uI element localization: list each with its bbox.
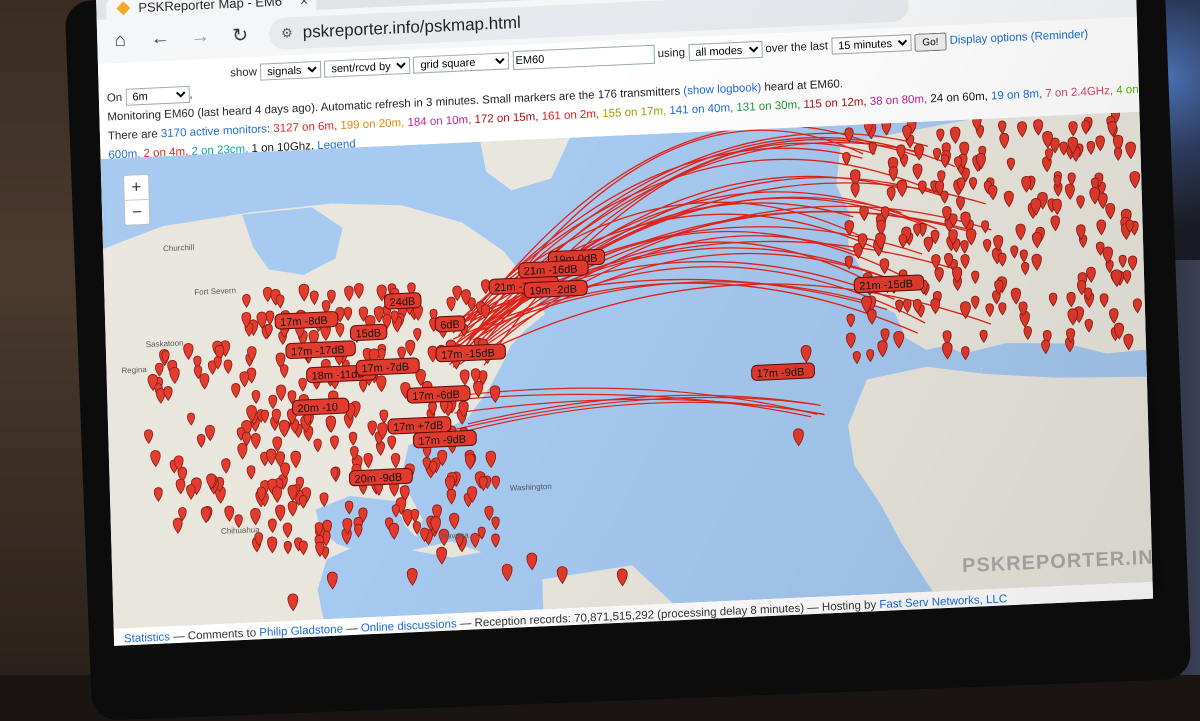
svg-text:17m -15dB: 17m -15dB [441,347,495,361]
signal-label[interactable]: 15dB [349,323,388,342]
url-text: pskreporter.info/pskmap.html [302,12,522,42]
svg-text:6dB: 6dB [440,319,460,332]
signal-label[interactable]: 21m -16dB [518,259,589,279]
svg-text:17m -8dB: 17m -8dB [280,315,328,329]
pskreporter-favicon-icon [116,1,130,16]
go-button[interactable]: Go! [914,32,947,52]
place-name: Churchill [163,243,195,253]
svg-text:21m -16dB: 21m -16dB [524,263,578,277]
signal-label[interactable]: 17m -6dB [406,385,471,404]
band-count: 131 on 30m, [736,98,804,114]
show-select[interactable]: signals [259,60,322,81]
band-count: 3127 on 6m, [273,119,341,135]
place-name: Regina [121,365,147,375]
signal-label[interactable]: 17m -9dB [412,429,477,449]
band-count: 155 on 17m, [602,104,670,120]
band-count: 172 on 15m, [474,110,542,126]
svg-text:17m -6dB: 17m -6dB [412,389,460,403]
band-count: 199 on 20m, [340,116,408,132]
band-count: 19 on 8m, [990,87,1046,103]
band-count: 161 on 2m, [541,107,603,123]
home-icon[interactable]: ⌂ [103,23,138,59]
signal-label[interactable]: 6dB [434,315,466,333]
new-tab-icon[interactable]: + [326,0,336,7]
tab-close-icon[interactable]: × [300,0,309,8]
svg-text:20m -9dB: 20m -9dB [354,472,402,486]
pskmap-page: show signals sent/rcvd by grid square us… [97,16,1154,646]
locator-type-select[interactable]: grid square [413,52,510,74]
signal-label[interactable]: 20m -10 [291,397,350,416]
show-label: show [230,66,258,80]
using-label: using [657,46,686,61]
monitors-prefix: There are [107,127,158,143]
propagation-map[interactable]: 17m -8dB 17m -17dB 15dB 6dB 18m -11dB 17m -7d… [100,111,1153,629]
footer-separator: — [346,622,358,636]
signal-label[interactable]: 20m -9dB [348,467,413,487]
svg-text:17m -9dB: 17m -9dB [418,434,466,448]
svg-text:17m -9dB: 17m -9dB [757,366,805,380]
place-name: Washington [510,482,552,493]
place-name: Havana [441,531,469,541]
band-count: 7 on 2.4GHz, [1045,84,1117,100]
on-label: On [106,91,123,105]
svg-text:21m -15dB: 21m -15dB [859,278,913,292]
band-count: 24 on 60m, [930,90,992,105]
reload-icon[interactable]: ↻ [223,18,258,54]
svg-text:19m -2dB: 19m -2dB [529,283,577,297]
mode-select[interactable]: all modes [688,40,763,62]
forward-icon[interactable]: → [183,20,218,56]
svg-text:17m -7dB: 17m -7dB [361,361,409,375]
svg-text:24dB: 24dB [389,296,415,309]
monitor-screen: PSKReporter Map - EM6 × + ⌂ ← → ↻ ⚙ pskr… [96,0,1154,646]
place-name: Saskatoon [146,338,184,349]
band-count: 184 on 10m, [407,113,475,129]
band-count: 141 on 40m, [669,101,737,117]
active-monitors-link[interactable]: 3170 active monitors [161,123,267,140]
period-select[interactable]: 15 minutes [830,34,912,55]
zoom-control: + − [123,173,151,226]
band-select[interactable]: 6m [125,85,190,106]
signal-label[interactable]: 17m -9dB [751,362,815,381]
show-logbook-link[interactable]: (show logbook) [683,81,761,97]
signal-label[interactable]: 17m -8dB [274,311,339,330]
statistics-link[interactable]: Statistics [124,631,170,645]
map-canvas[interactable]: 17m -8dB17m -17dB15dB6dB18m -11dB17m -7d… [100,111,1153,629]
signal-label[interactable]: 17m -7dB [355,357,420,376]
heard-at-text: heard at EM60. [764,77,844,94]
band-count: 115 on 12m, [803,95,870,111]
svg-text:15dB: 15dB [355,327,381,340]
direction-select[interactable]: sent/rcvd by [324,56,411,78]
place-name: Fort Severn [194,286,236,297]
display-options-link[interactable]: Display options (Reminder) [949,29,1088,47]
zoom-out-button[interactable]: − [124,198,150,225]
signal-label[interactable]: 17m -17dB [285,340,356,360]
site-settings-icon[interactable]: ⚙ [281,25,293,42]
signal-label[interactable]: 19m -2dB [523,279,588,299]
zoom-in-button[interactable]: + [124,175,149,200]
svg-text:20m -10: 20m -10 [297,401,338,415]
signal-label[interactable]: 21m -15dB [853,274,925,294]
signal-label[interactable]: 17m -15dB [435,343,506,363]
signal-label[interactable]: 24dB [384,292,422,310]
back-icon[interactable]: ← [143,21,178,57]
svg-text:17m -17dB: 17m -17dB [291,344,345,358]
place-name: Chihuahua [221,525,260,536]
band-count: 38 on 80m, [869,92,931,108]
over-label: over the last [765,40,829,56]
